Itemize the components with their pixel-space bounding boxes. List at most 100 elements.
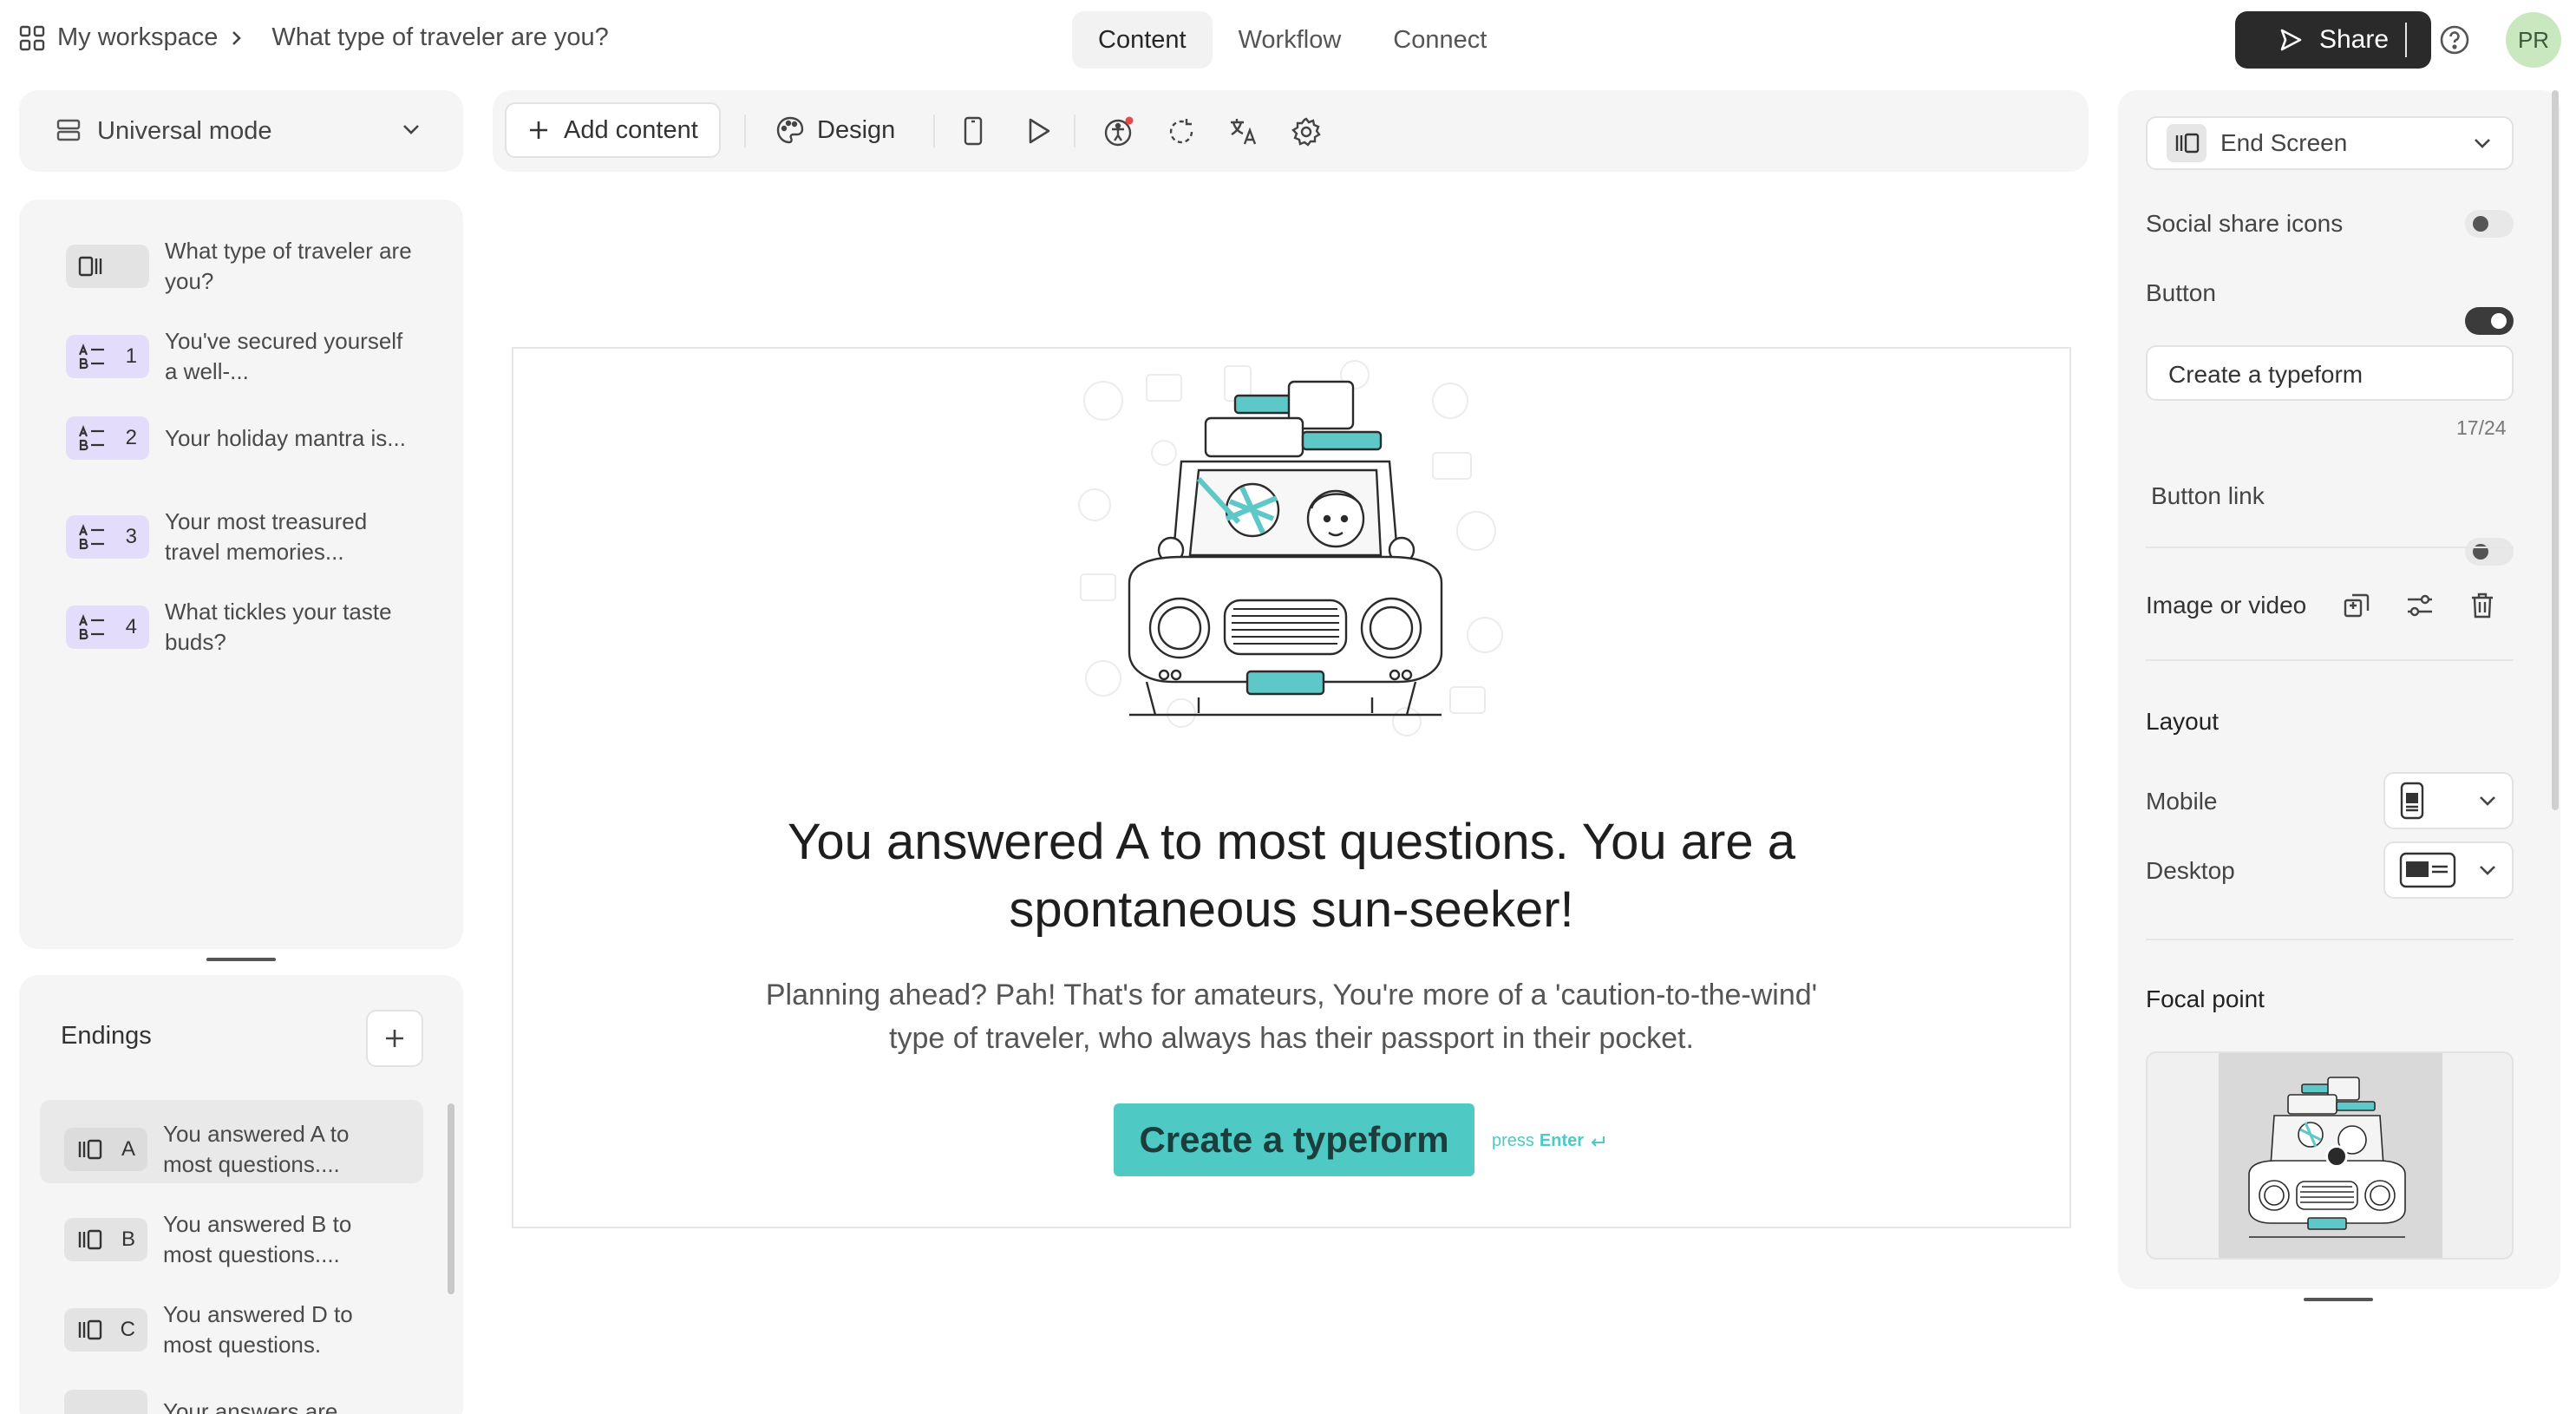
- palette-icon: [775, 115, 805, 145]
- mobile-label: Mobile: [2146, 788, 2218, 815]
- chevron-down-icon: [2477, 862, 2498, 878]
- desktop-layout-select[interactable]: [2383, 841, 2514, 899]
- plus-icon: [383, 1027, 406, 1050]
- screen-type-select[interactable]: End Screen: [2146, 116, 2514, 170]
- list-item-question-3[interactable]: 3 Your most treasured travel memories...: [66, 507, 416, 567]
- plus-icon: [527, 119, 550, 141]
- button-link-toggle[interactable]: [2465, 538, 2514, 566]
- question-badge: 4: [66, 606, 149, 649]
- list-item-ending-b[interactable]: B You answered B to most questions....: [64, 1209, 389, 1270]
- ending-letter: A: [121, 1137, 135, 1161]
- ending-text: You answered A to most questions....: [163, 1121, 350, 1177]
- resize-handle[interactable]: [206, 958, 276, 961]
- image-video-label: Image or video: [2146, 592, 2307, 619]
- button-link-label: Button link: [2151, 482, 2265, 509]
- mobile-layout-icon: [2399, 781, 2425, 821]
- settings-divider: [2146, 659, 2514, 661]
- ending-badge: B: [64, 1218, 147, 1261]
- refresh-dashed-icon[interactable]: [1166, 116, 1197, 147]
- adjust-sliders-icon[interactable]: [2404, 590, 2435, 621]
- avatar[interactable]: PR: [2506, 12, 2561, 68]
- ending-badge: [64, 1390, 147, 1414]
- chevron-down-icon: [401, 121, 422, 137]
- question-number: 2: [125, 426, 137, 449]
- button-text-input[interactable]: Create a typeform: [2146, 345, 2514, 401]
- end-screen-preview: You answered A to most questions. You ar…: [512, 347, 2071, 1228]
- list-item-question-1[interactable]: 1 You've secured yourself a well-...: [66, 326, 416, 387]
- settings-divider: [2146, 547, 2514, 548]
- social-share-toggle[interactable]: [2465, 210, 2514, 238]
- ending-text: You answered B to most questions....: [163, 1211, 352, 1267]
- question-badge: 1: [66, 335, 149, 378]
- multiple-choice-icon: [78, 524, 106, 550]
- settings-gear-icon[interactable]: [1291, 116, 1322, 147]
- design-button[interactable]: Design: [775, 102, 895, 158]
- list-item-question-2[interactable]: 2 Your holiday mantra is...: [66, 416, 416, 460]
- enter-key-icon: [1589, 1135, 1606, 1149]
- list-item-ending-d[interactable]: Your answers are: [64, 1390, 389, 1414]
- multiple-choice-icon: [78, 344, 106, 370]
- tab-connect[interactable]: Connect: [1367, 11, 1513, 69]
- ending-badge: C: [64, 1308, 147, 1352]
- add-content-label: Add content: [564, 115, 698, 144]
- grid-icon[interactable]: [19, 25, 45, 51]
- design-label: Design: [817, 115, 896, 144]
- multiple-choice-icon: [78, 614, 106, 640]
- tab-workflow[interactable]: Workflow: [1213, 11, 1368, 69]
- layers-icon: [56, 117, 82, 143]
- main-nav-tabs: Content Workflow Connect: [1072, 11, 1513, 69]
- settings-scrollbar[interactable]: [2552, 90, 2559, 810]
- ending-letter: B: [121, 1227, 135, 1251]
- tab-content[interactable]: Content: [1072, 11, 1213, 69]
- end-screen-description[interactable]: Planning ahead? Pah! That's for amateurs…: [513, 973, 2069, 1060]
- hint-press: press: [1492, 1131, 1534, 1150]
- breadcrumb: My workspace What type of traveler are y…: [19, 23, 609, 52]
- ending-text: You answered D to most questions.: [163, 1301, 353, 1358]
- mode-selector[interactable]: Universal mode: [19, 90, 463, 172]
- top-bar: My workspace What type of traveler are y…: [0, 0, 2576, 80]
- chevron-right-icon: [230, 29, 244, 47]
- editor-toolbar: Add content Design: [493, 90, 2089, 172]
- end-screen-title[interactable]: You answered A to most questions. You ar…: [513, 808, 2069, 944]
- mobile-preview-icon[interactable]: [963, 116, 984, 146]
- create-typeform-button[interactable]: Create a typeform: [1114, 1103, 1474, 1176]
- button-toggle[interactable]: [2465, 307, 2514, 335]
- toolbar-divider: [744, 115, 746, 147]
- play-icon[interactable]: [1023, 116, 1053, 146]
- list-item-ending-a[interactable]: A You answered A to most questions....: [64, 1119, 389, 1180]
- list-item-welcome[interactable]: What type of traveler are you?: [66, 236, 416, 297]
- question-text: Your holiday mantra is...: [165, 424, 406, 451]
- character-count: 17/24: [2456, 416, 2507, 439]
- endings-scrollbar[interactable]: [448, 1103, 454, 1294]
- chevron-down-icon: [2472, 135, 2493, 151]
- share-button[interactable]: Share: [2235, 11, 2431, 69]
- mobile-layout-select[interactable]: [2383, 772, 2514, 829]
- resize-handle[interactable]: [2304, 1298, 2373, 1301]
- focal-point-picker[interactable]: [2146, 1051, 2514, 1260]
- multiple-choice-icon: [78, 425, 106, 451]
- chevron-down-icon: [2477, 793, 2498, 808]
- screen-type-label: End Screen: [2220, 129, 2348, 156]
- endings-title: Endings: [61, 1022, 152, 1050]
- endings-list: Endings A You answered A to most questio…: [19, 975, 463, 1414]
- focal-point-marker[interactable]: [2325, 1145, 2348, 1168]
- list-item-ending-c[interactable]: C You answered D to most questions.: [64, 1299, 389, 1360]
- question-badge: 3: [66, 515, 149, 559]
- help-icon[interactable]: [2439, 24, 2470, 56]
- toolbar-divider: [933, 115, 935, 147]
- add-content-button[interactable]: Add content: [505, 102, 721, 158]
- add-ending-button[interactable]: [366, 1010, 423, 1067]
- social-share-label: Social share icons: [2146, 210, 2344, 237]
- breadcrumb-workspace[interactable]: My workspace: [57, 23, 218, 52]
- trash-icon[interactable]: [2467, 590, 2498, 621]
- share-label: Share: [2318, 25, 2390, 54]
- breadcrumb-form-title[interactable]: What type of traveler are you?: [271, 23, 608, 52]
- question-number: 1: [125, 344, 137, 368]
- layout-title: Layout: [2146, 708, 2220, 735]
- replace-media-icon[interactable]: [2342, 590, 2373, 621]
- accessibility-icon[interactable]: [1103, 116, 1134, 147]
- desktop-layout-icon: [2399, 851, 2456, 889]
- toolbar-divider: [1074, 115, 1076, 147]
- translate-icon[interactable]: [1228, 116, 1259, 147]
- list-item-question-4[interactable]: 4 What tickles your taste buds?: [66, 597, 416, 658]
